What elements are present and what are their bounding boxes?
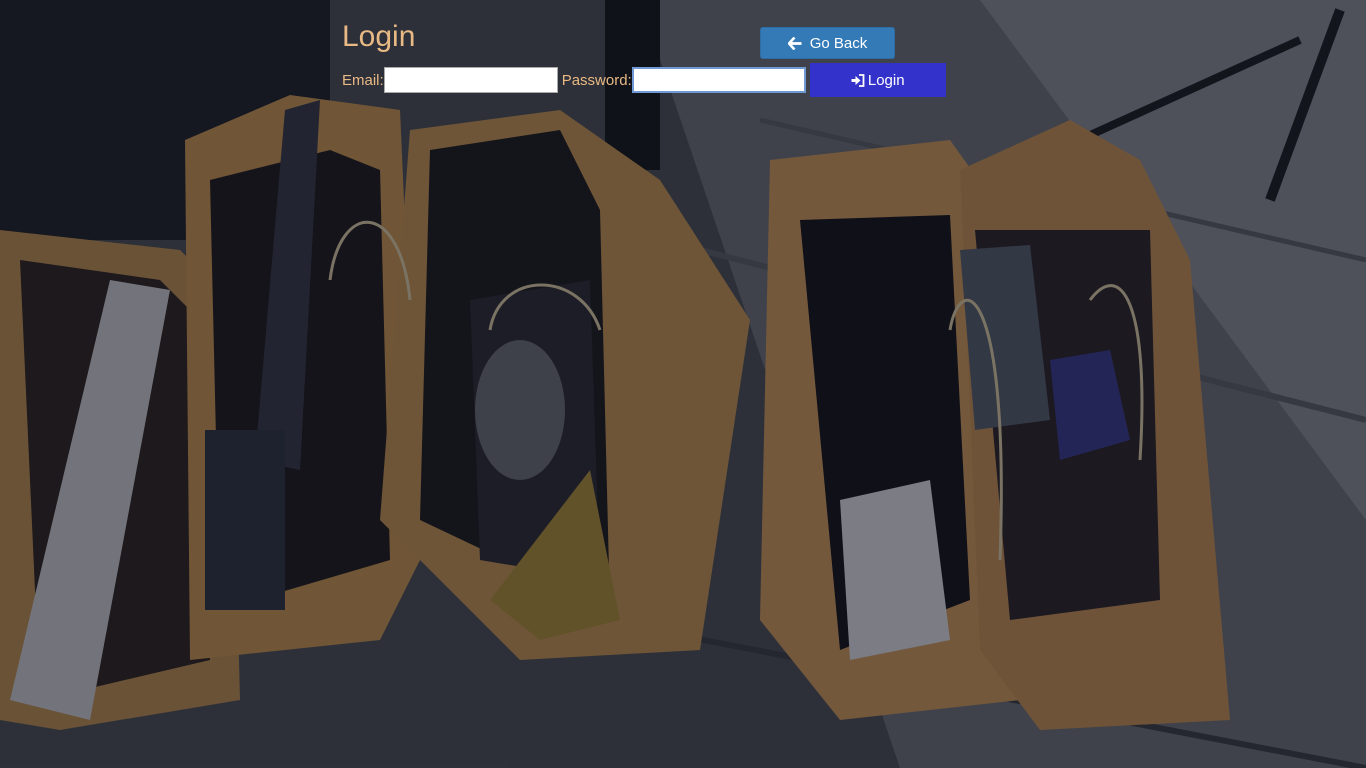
email-field[interactable] [383, 67, 558, 93]
page-title: Login [342, 20, 416, 53]
arrow-left-icon [787, 36, 802, 50]
password-field[interactable] [631, 67, 806, 93]
login-label: Login [867, 71, 905, 89]
background-overlay [0, 0, 1366, 768]
go-back-button[interactable]: Go Back [760, 27, 895, 59]
email-label: Email: [342, 71, 384, 89]
go-back-label: Go Back [809, 34, 868, 52]
login-form: Email: Password: Login [342, 63, 946, 97]
password-label: Password: [561, 71, 632, 89]
login-button[interactable]: Login [809, 63, 946, 97]
sign-in-icon [851, 73, 865, 87]
